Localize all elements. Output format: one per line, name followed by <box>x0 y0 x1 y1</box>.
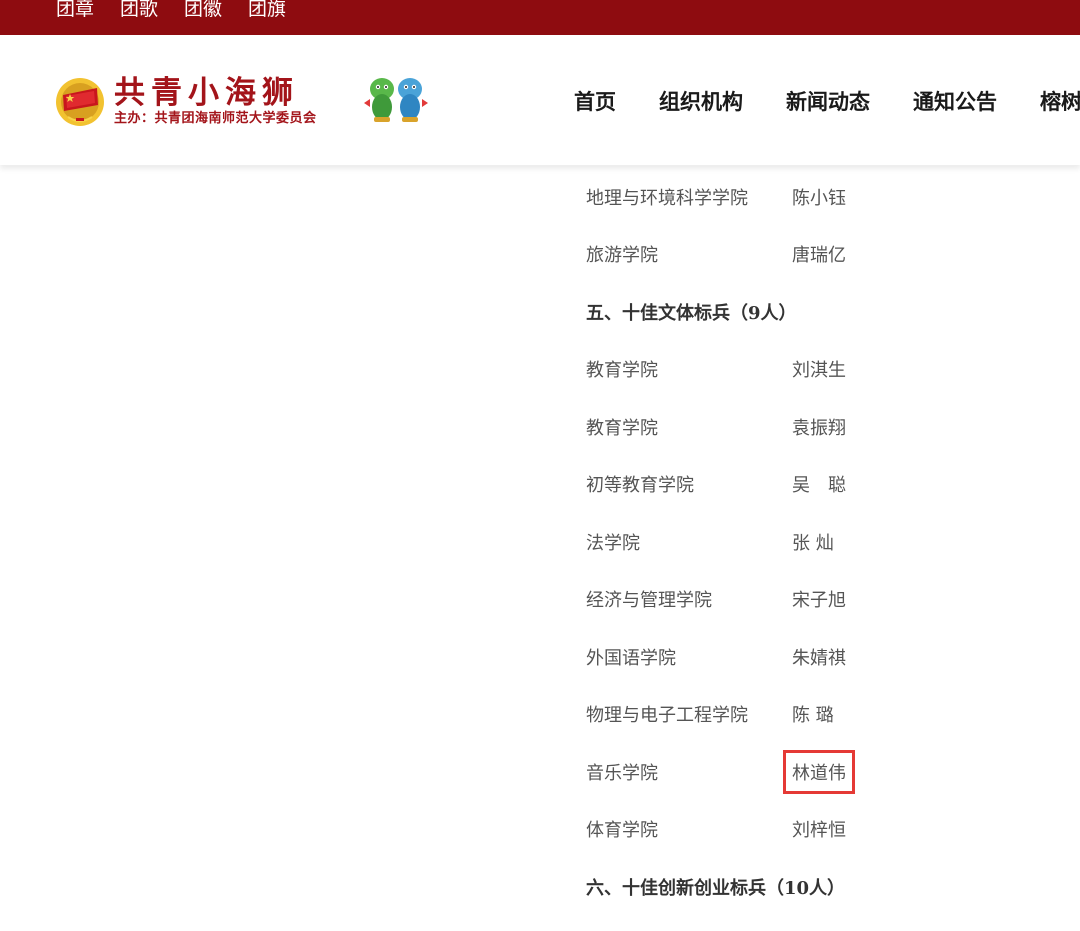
college-name: 地理与环境科学学院 <box>586 188 748 209</box>
person-name: 袁振翔 <box>792 418 846 439</box>
main-nav: 首页 组织机构 新闻动态 通知公告 榕树 <box>574 88 1080 116</box>
list-item: 初等教育学院 吴 聪 <box>586 455 1080 512</box>
youth-league-badge-icon <box>56 78 104 126</box>
college-name: 教育学院 <box>586 360 658 381</box>
college-name: 法学院 <box>586 533 640 554</box>
nav-news[interactable]: 新闻动态 <box>786 88 870 116</box>
person-name: 陈小钰 <box>792 188 846 209</box>
person-name: 宋子旭 <box>792 590 846 611</box>
site-subtitle: 主办：共青团海南师范大学委员会 <box>114 111 317 126</box>
list-item: 体育学院 刘梓恒 <box>586 800 1080 857</box>
top-link-tuanhui[interactable]: 团徽 <box>184 0 222 22</box>
list-item: 教育学院 袁振翔 <box>586 398 1080 455</box>
list-item: 旅游学院 唐瑞亿 <box>586 225 1080 282</box>
site-logo[interactable]: 共青小海狮 主办：共青团海南师范大学委员会 <box>54 73 434 131</box>
top-link-tuanzhang[interactable]: 团章 <box>56 0 94 22</box>
top-links: 团章 团歌 团徽 团旗 <box>56 0 312 22</box>
person-name: 朱婧祺 <box>792 648 846 669</box>
site-title: 共青小海狮 <box>114 75 299 111</box>
section-title: 六、十佳创新创业标兵（10人） <box>586 878 846 899</box>
nav-organization[interactable]: 组织机构 <box>659 88 743 116</box>
nav-notices[interactable]: 通知公告 <box>913 88 997 116</box>
list-item: 音乐学院 林道伟 <box>586 743 1080 800</box>
nav-home[interactable]: 首页 <box>574 88 616 116</box>
person-name: 张 灿 <box>792 533 834 554</box>
list-item: 地理与环境科学学院 陈小钰 <box>586 168 1080 225</box>
college-name: 体育学院 <box>586 820 658 841</box>
section-title: 五、十佳文体标兵（9人） <box>586 303 797 324</box>
college-name: 经济与管理学院 <box>586 590 712 611</box>
sea-lion-mascots-icon <box>364 78 428 122</box>
top-bar: 团章 团歌 团徽 团旗 <box>0 0 1080 35</box>
college-name: 音乐学院 <box>586 763 658 784</box>
top-link-tuanqi[interactable]: 团旗 <box>248 0 286 22</box>
college-name: 外国语学院 <box>586 648 676 669</box>
college-name: 物理与电子工程学院 <box>586 705 748 726</box>
nav-banyan[interactable]: 榕树 <box>1040 88 1080 116</box>
top-link-tuange[interactable]: 团歌 <box>120 0 158 22</box>
college-name: 初等教育学院 <box>586 475 694 496</box>
person-name: 吴 聪 <box>792 475 846 496</box>
person-name: 刘淇生 <box>792 360 846 381</box>
site-header: 共青小海狮 主办：共青团海南师范大学委员会 首页 组织机构 新闻动态 通知公告 … <box>0 35 1080 165</box>
section-heading: 六、十佳创新创业标兵（10人） <box>586 858 1080 915</box>
list-item: 教育学院 刘淇生 <box>586 340 1080 397</box>
list-item: 物理与电子工程学院 陈 璐 <box>586 685 1080 742</box>
list-item: 经济与管理学院 宋子旭 <box>586 570 1080 627</box>
list-item: 外国语学院 朱婧祺 <box>586 628 1080 685</box>
highlighted-person-name: 林道伟 <box>783 750 855 794</box>
person-name: 刘梓恒 <box>792 820 846 841</box>
person-name: 唐瑞亿 <box>792 245 846 266</box>
college-name: 旅游学院 <box>586 245 658 266</box>
college-name: 教育学院 <box>586 418 658 439</box>
section-heading: 五、十佳文体标兵（9人） <box>586 283 1080 340</box>
person-name: 陈 璐 <box>792 705 834 726</box>
list-item: 法学院 张 灿 <box>586 513 1080 570</box>
